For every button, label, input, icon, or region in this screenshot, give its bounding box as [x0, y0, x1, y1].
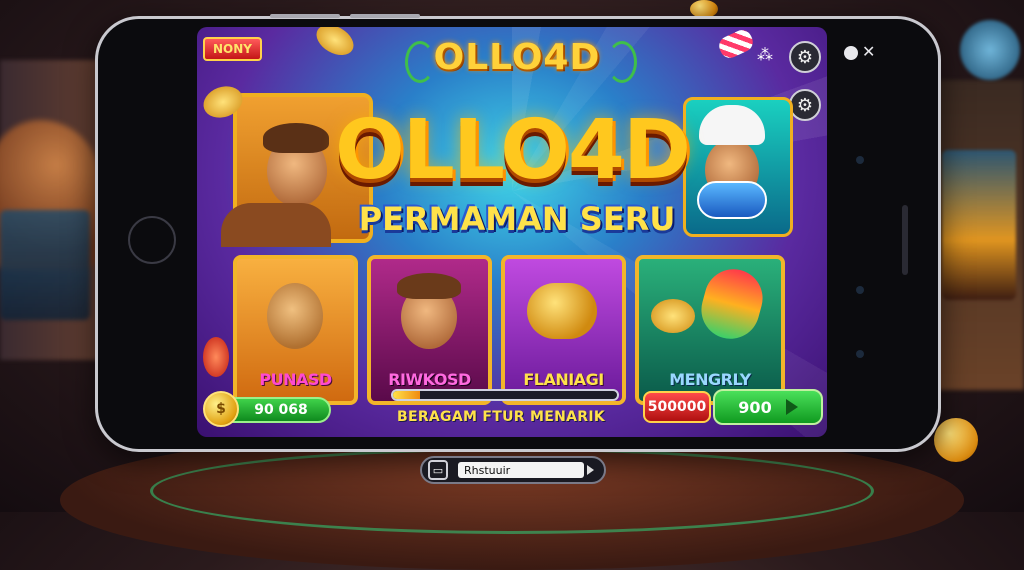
- top-logo: OLLO4D: [433, 36, 601, 78]
- phone-sensor: [856, 286, 864, 294]
- background-arcade-machine-right: [942, 150, 1016, 300]
- spin-value: 900: [738, 397, 772, 417]
- coin-stack-icon: [651, 299, 695, 333]
- phone-speaker: [902, 205, 908, 275]
- settings-gear-icon[interactable]: ⚙: [789, 41, 821, 73]
- pause-icon[interactable]: [844, 46, 858, 60]
- phone-sensor: [856, 350, 864, 358]
- bubbles-icon: ⁂: [757, 45, 773, 64]
- coin-icon: [203, 337, 229, 377]
- card-character-hat: [397, 273, 461, 299]
- balance-display: 90 068 $: [203, 391, 331, 427]
- arrow-right-icon: [785, 399, 798, 415]
- laurel-right-icon: [607, 41, 637, 83]
- game-card-2[interactable]: RIWKOSD: [367, 255, 492, 405]
- corner-tag[interactable]: NONY: [203, 37, 262, 61]
- game-card-1[interactable]: PUNASD: [233, 255, 358, 405]
- chevron-right-icon[interactable]: [587, 465, 594, 475]
- phone-side-button: [270, 14, 340, 18]
- card-label: PUNASD: [259, 370, 332, 389]
- game-card-3[interactable]: FLANIAGI: [501, 255, 626, 405]
- coin-icon: $: [203, 391, 239, 427]
- bet-button[interactable]: 500000: [643, 391, 711, 423]
- background-arcade-machine: [0, 210, 90, 320]
- game-card-4[interactable]: MENGRLY: [635, 255, 785, 405]
- background-logo-badge: [960, 20, 1020, 80]
- phone-home-button: [128, 216, 176, 264]
- rainbow-symbol-icon: [694, 262, 770, 346]
- game-screen: NONY OLLO4D ⁂ ⚙ ⚙ OLLO4D PERMAMAN SERU P…: [197, 27, 827, 437]
- settings-gear-icon[interactable]: ⚙: [789, 89, 821, 121]
- phone-side-button: [350, 14, 420, 18]
- game-subtitle: PERMAMAN SERU: [358, 200, 676, 238]
- floating-coin: [934, 418, 978, 462]
- footer-input[interactable]: Rhstuuir: [458, 462, 584, 478]
- card-label: MENGRLY: [669, 370, 751, 389]
- game-title: OLLO4D: [334, 102, 691, 198]
- card-label: FLANIAGI: [523, 370, 604, 389]
- card-character: [267, 283, 323, 349]
- close-icon[interactable]: ✕: [862, 44, 875, 60]
- feature-text: BERAGAM FTUR MENARIK: [397, 409, 606, 425]
- golden-creature-icon: [527, 283, 597, 339]
- progress-bar: [391, 389, 619, 401]
- screen-icon: ▭: [428, 460, 448, 480]
- progress-fill: [393, 391, 420, 399]
- spin-button[interactable]: 900: [713, 389, 823, 425]
- phone-sensor: [856, 156, 864, 164]
- card-label: RIWKOSD: [388, 370, 471, 389]
- footer-widget[interactable]: ▭ Rhstuuir: [420, 456, 606, 484]
